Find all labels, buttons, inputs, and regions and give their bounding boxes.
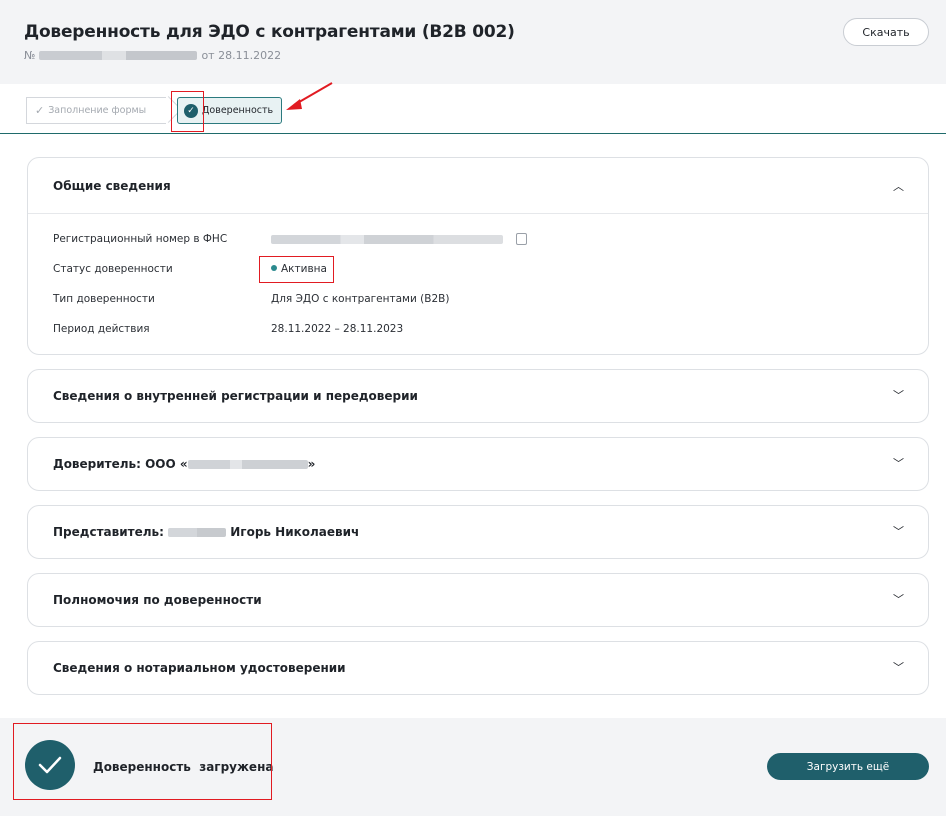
step-form-filling[interactable]: ✓ Заполнение формы [26, 97, 166, 124]
download-button[interactable]: Скачать [843, 18, 929, 46]
step-form-filling-label: Заполнение формы [48, 105, 147, 116]
check-icon: ✓ [35, 104, 45, 117]
redacted-reg-number [271, 235, 503, 244]
upload-more-button[interactable]: Загрузить ещё [767, 753, 929, 780]
general-info-title[interactable]: Общие сведения [53, 179, 171, 193]
accordion-internal-registration[interactable]: Сведения о внутренней регистрации и пере… [27, 369, 929, 423]
accordion-title: Сведения о внутренней регистрации и пере… [53, 389, 418, 403]
step-power-of-attorney-label: Доверенность [202, 105, 274, 116]
document-header [0, 0, 946, 84]
accordion-title: Полномочия по доверенности [53, 593, 262, 607]
period-value: 28.11.2022 – 28.11.2023 [271, 323, 404, 335]
period-label: Период действия [53, 323, 150, 335]
chevron-down-icon: ﹀ [893, 661, 904, 674]
representative-prefix: Представитель: [53, 525, 169, 539]
accordion-title: Сведения о нотариальном удостоверении [53, 661, 346, 675]
number-prefix: № [24, 49, 36, 62]
annotation-highlight-box [259, 256, 334, 283]
annotation-highlight-box [13, 723, 272, 800]
copy-icon[interactable] [516, 233, 528, 245]
annotation-highlight-box [171, 91, 204, 132]
divider [28, 213, 928, 214]
accordion-notarial[interactable]: Сведения о нотариальном удостоверении ﹀ [27, 641, 929, 695]
reg-number-value [271, 233, 528, 246]
redacted-principal-name [187, 460, 308, 469]
accordion-representative[interactable]: Представитель: Игорь Николаевич ﹀ [27, 505, 929, 559]
chevron-down-icon: ﹀ [893, 457, 904, 470]
chevron-down-icon: ﹀ [893, 593, 904, 606]
chevron-down-icon: ﹀ [893, 389, 904, 402]
chevron-up-icon[interactable]: ︿ [893, 178, 904, 194]
accordion-title: Доверитель: ООО « » [53, 457, 315, 471]
document-date: от 28.11.2022 [201, 49, 282, 62]
chevron-down-icon: ﹀ [893, 525, 904, 538]
accordion-principal[interactable]: Доверитель: ООО « » ﹀ [27, 437, 929, 491]
accordion-powers[interactable]: Полномочия по доверенности ﹀ [27, 573, 929, 627]
status-label: Статус доверенности [53, 263, 173, 275]
type-value: Для ЭДО с контрагентами (B2B) [271, 293, 450, 305]
type-label: Тип доверенности [53, 293, 155, 305]
representative-suffix: Игорь Николаевич [226, 525, 360, 539]
general-info-panel: Общие сведения ︿ Регистрационный номер в… [27, 157, 929, 355]
redacted-number [39, 51, 198, 60]
page-title: Доверенность для ЭДО с контрагентами (B2… [24, 22, 515, 42]
document-number: № от 28.11.2022 [24, 49, 281, 62]
redacted-representative-surname [168, 528, 227, 537]
reg-number-label: Регистрационный номер в ФНС [53, 233, 228, 245]
principal-suffix: » [307, 457, 316, 471]
accordion-title: Представитель: Игорь Николаевич [53, 525, 359, 539]
principal-prefix: Доверитель: ООО « [53, 457, 188, 471]
annotation-arrow-icon [286, 82, 333, 110]
